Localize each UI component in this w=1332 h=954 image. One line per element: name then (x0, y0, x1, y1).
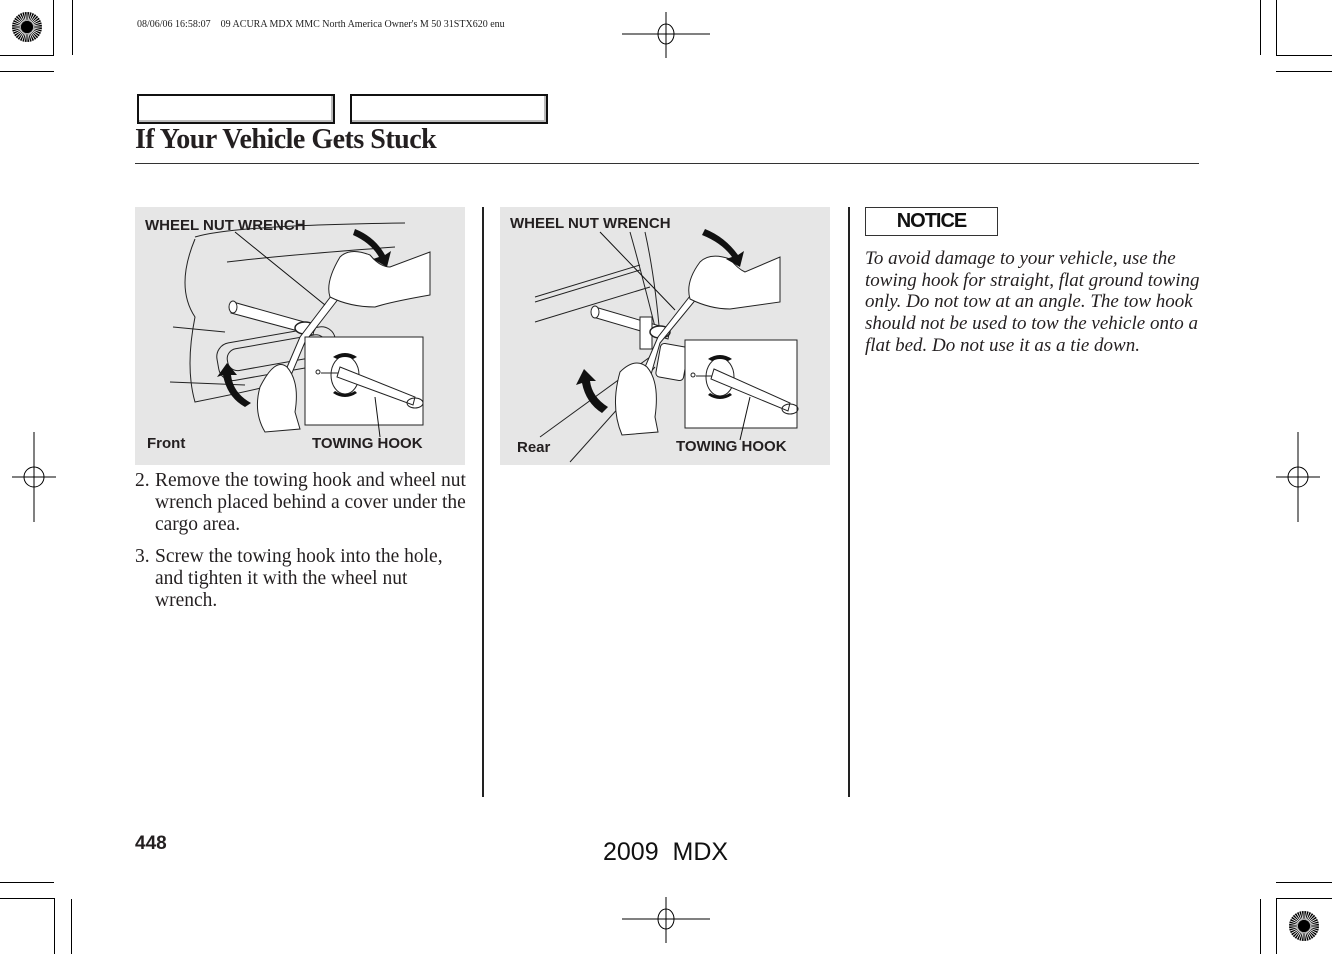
model-name: 2009 MDX (603, 838, 729, 866)
starburst-target-icon (12, 12, 42, 42)
notice-badge: NOTICE (865, 207, 998, 236)
registration-target-icon (622, 12, 710, 58)
step-item: 2. Remove the towing hook and wheel nut … (135, 470, 470, 536)
column-divider (848, 207, 850, 797)
figure-rear-towing-hook: WHEEL NUT WRENCH Rear TOWING HOOK (500, 207, 830, 465)
step-text: Remove the towing hook and wheel nut wre… (155, 470, 466, 535)
page-title: If Your Vehicle Gets Stuck (135, 124, 437, 155)
label-wheel-nut-wrench: WHEEL NUT WRENCH (145, 217, 306, 234)
figure-front-towing-hook: WHEEL NUT WRENCH Front TOWING HOOK (135, 207, 465, 465)
label-view-front: Front (147, 435, 186, 452)
step-text: Screw the towing hook into the hole, and… (155, 546, 443, 611)
section-tab-1[interactable] (137, 94, 335, 124)
rear-illustration (534, 229, 799, 463)
step-number: 2. (135, 470, 150, 491)
registration-target-icon (622, 897, 710, 943)
title-divider (135, 163, 1199, 164)
label-towing-hook: TOWING HOOK (676, 438, 787, 455)
column-divider (482, 207, 484, 797)
label-towing-hook: TOWING HOOK (312, 435, 423, 452)
instruction-steps: 2. Remove the towing hook and wheel nut … (135, 470, 470, 622)
section-tab-2[interactable] (350, 94, 548, 124)
label-wheel-nut-wrench: WHEEL NUT WRENCH (510, 215, 671, 232)
registration-target-icon (12, 432, 56, 522)
page-number: 448 (135, 833, 167, 854)
front-illustration (169, 222, 431, 438)
notice-label: NOTICE (896, 210, 968, 232)
print-slug: 08/06/06 16:58:07 09 ACURA MDX MMC North… (137, 19, 505, 30)
starburst-target-icon (1289, 911, 1319, 941)
step-number: 3. (135, 546, 150, 567)
notice-text: To avoid damage to your vehicle, use the… (865, 248, 1200, 356)
label-view-rear: Rear (517, 439, 551, 456)
step-item: 3. Screw the towing hook into the hole, … (135, 546, 470, 612)
registration-target-icon (1276, 432, 1320, 522)
